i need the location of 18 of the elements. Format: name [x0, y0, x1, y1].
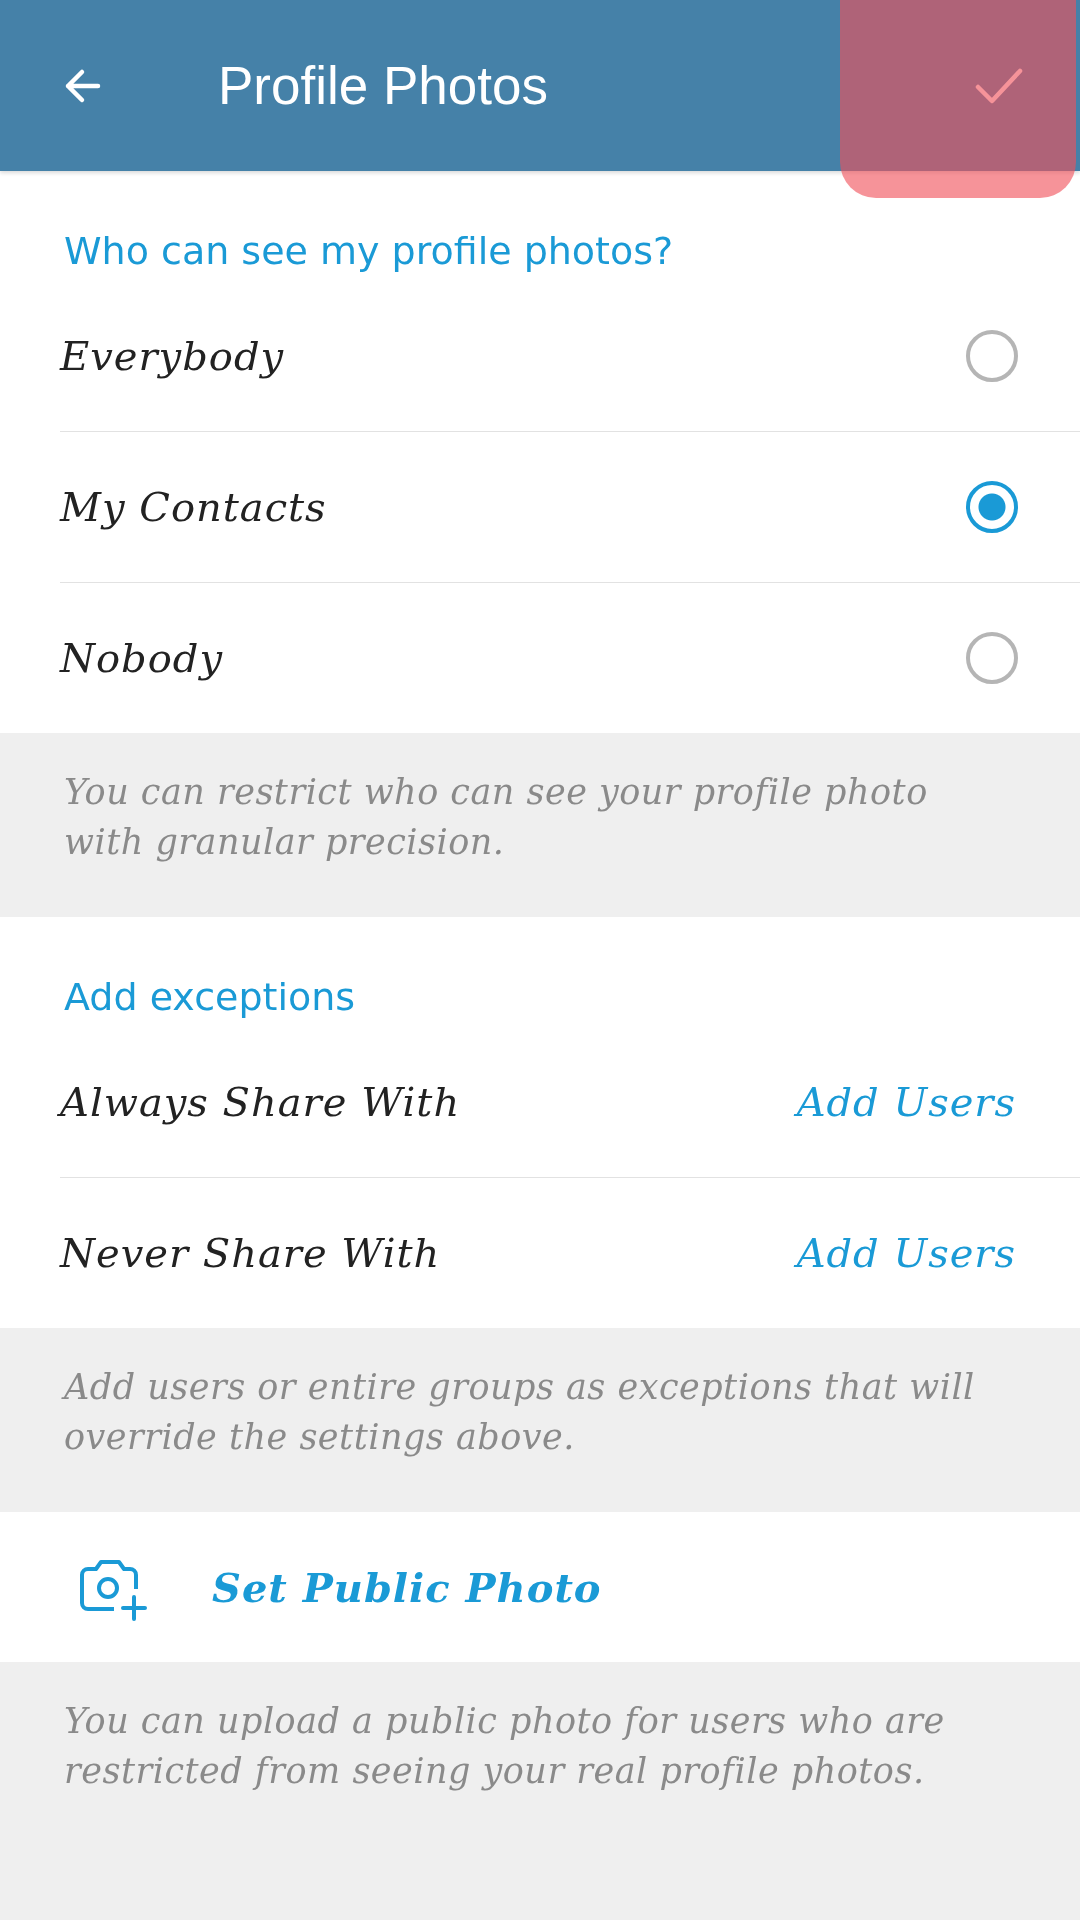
radio-button[interactable] [966, 632, 1018, 684]
option-label: Everybody [60, 333, 285, 379]
section-heading: Add exceptions [63, 974, 357, 1021]
option-row[interactable]: Nobody [60, 583, 1080, 733]
radio-button[interactable] [966, 481, 1018, 533]
set-public-photo-label: Set Public Photo [212, 1563, 602, 1611]
option-row[interactable]: My Contacts [60, 432, 1080, 583]
info-text: Add users or entire groups as exceptions that will override the settings above. [0, 1328, 1080, 1512]
option-row[interactable]: Everybody [60, 281, 1080, 432]
option-label: Nobody [60, 635, 223, 681]
section-heading: Who can see my profile photos? [63, 228, 675, 275]
option-label: My Contacts [60, 484, 327, 530]
info-text: You can restrict who can see your profile photo with granular precision. [63, 771, 929, 864]
screen-title: Profile Photos [218, 55, 548, 116]
info-text: You can upload a public photo for users who are restricted from seeing your real profile photos. [63, 1700, 946, 1793]
radio-button[interactable] [966, 330, 1018, 382]
exception-label: Never Share With [60, 1230, 441, 1276]
exception-row[interactable]: Never Share With Add Users [60, 1178, 1080, 1328]
